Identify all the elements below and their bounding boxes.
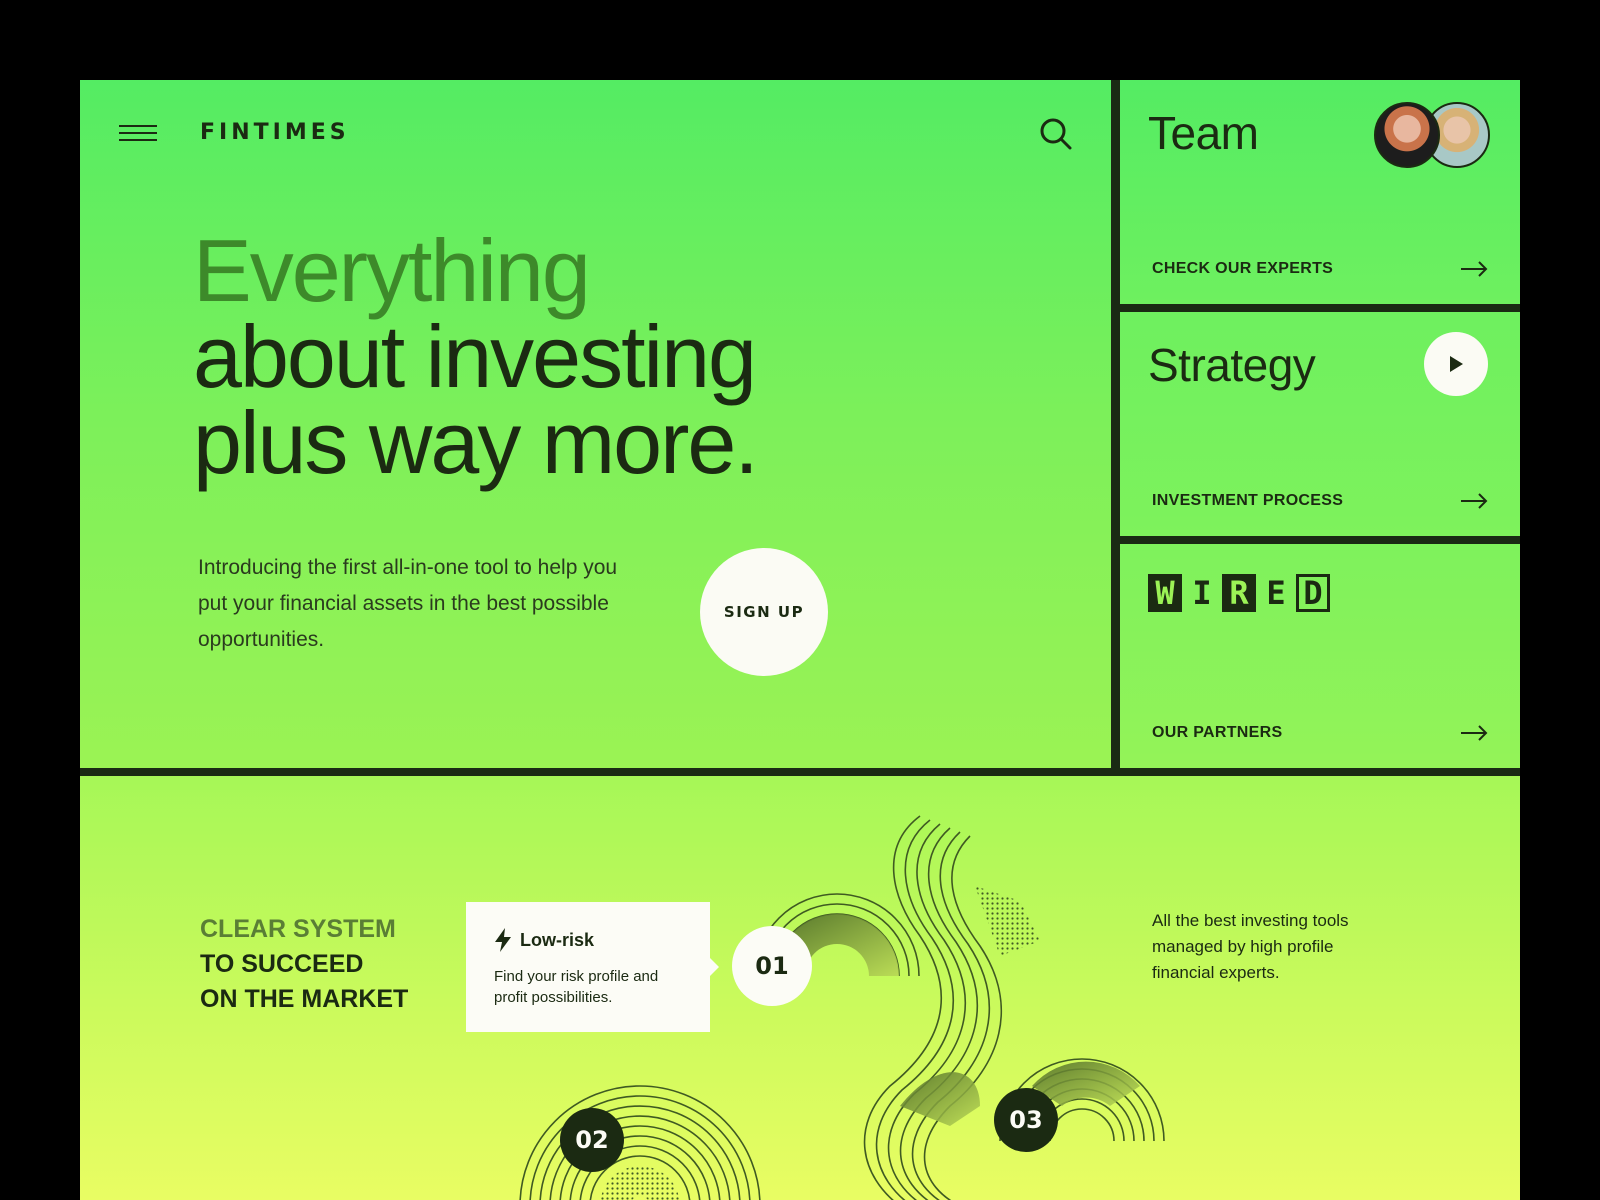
page-frame: FINTIMES Everything about investing plus…	[80, 80, 1520, 1200]
wired-logo[interactable]: W I R E D	[1148, 574, 1333, 612]
strategy-card[interactable]: Strategy INVESTMENT PROCESS	[1120, 312, 1520, 536]
partners-card[interactable]: W I R E D OUR PARTNERS	[1120, 544, 1520, 768]
our-partners-label: OUR PARTNERS	[1152, 724, 1283, 741]
investment-process-link[interactable]: INVESTMENT PROCESS	[1152, 492, 1488, 510]
wired-logo-letter: I	[1192, 574, 1212, 612]
wired-logo-letter: R	[1222, 574, 1256, 612]
lightning-icon	[495, 928, 511, 952]
headline-line-3: plus way more.	[193, 393, 759, 492]
system-heading-line-3: ON THE MARKET	[200, 985, 409, 1013]
search-icon[interactable]	[1038, 116, 1074, 152]
wired-logo-letter: W	[1148, 574, 1182, 612]
tooltip-text: Find your risk profile and profit possib…	[494, 968, 659, 1006]
headline-line-2: about investing	[193, 307, 757, 406]
play-button[interactable]	[1424, 332, 1488, 396]
check-experts-label: CHECK OUR EXPERTS	[1152, 260, 1334, 277]
arrow-right-icon	[1461, 261, 1488, 277]
site-logo[interactable]: FINTIMES	[200, 120, 350, 145]
strategy-card-title: Strategy	[1148, 339, 1316, 391]
hero-headline: Everything about investing plus way more…	[193, 221, 759, 492]
sign-up-button[interactable]: SIGN UP	[700, 548, 828, 676]
low-risk-tooltip: Low-risk Find your risk profile and prof…	[466, 902, 719, 1032]
tooltip-title: Low-risk	[494, 928, 594, 952]
wired-logo-letter: D	[1296, 574, 1330, 612]
system-section: CLEAR SYSTEM TO SUCCEED ON THE MARKET Lo…	[80, 776, 1520, 1200]
team-card[interactable]: Team CHECK OUR EXPERTS	[1120, 80, 1520, 304]
our-partners-link[interactable]: OUR PARTNERS	[1152, 724, 1488, 742]
hamburger-menu-icon[interactable]	[119, 125, 157, 141]
avatar[interactable]	[1374, 102, 1440, 168]
arrow-right-icon	[1461, 493, 1488, 509]
check-experts-link[interactable]: CHECK OUR EXPERTS	[1152, 260, 1488, 278]
hero-panel: FINTIMES Everything about investing plus…	[80, 80, 1111, 768]
step-badge-02[interactable]: 02	[560, 1108, 624, 1172]
step-badge-01[interactable]: 01	[732, 926, 812, 1006]
system-heading-highlight: CLEAR SYSTEM	[200, 915, 396, 943]
wired-logo-letter: E	[1266, 574, 1286, 612]
system-heading-line-2: TO SUCCEED	[200, 950, 364, 978]
tooltip-pointer	[710, 958, 719, 976]
team-card-title: Team	[1148, 107, 1259, 159]
system-side-text: All the best investing tools managed by …	[1152, 911, 1349, 982]
headline-highlight: Everything	[193, 221, 591, 320]
investment-process-label: INVESTMENT PROCESS	[1152, 492, 1344, 509]
tooltip-title-label: Low-risk	[520, 929, 595, 950]
step-badge-03[interactable]: 03	[994, 1088, 1058, 1152]
expert-avatars	[1374, 102, 1490, 168]
play-icon	[1450, 356, 1463, 372]
system-heading: CLEAR SYSTEM TO SUCCEED ON THE MARKET	[200, 912, 408, 1017]
hero-intro-text: Introducing the first all-in-one tool to…	[198, 556, 618, 651]
arrow-right-icon	[1461, 725, 1488, 741]
